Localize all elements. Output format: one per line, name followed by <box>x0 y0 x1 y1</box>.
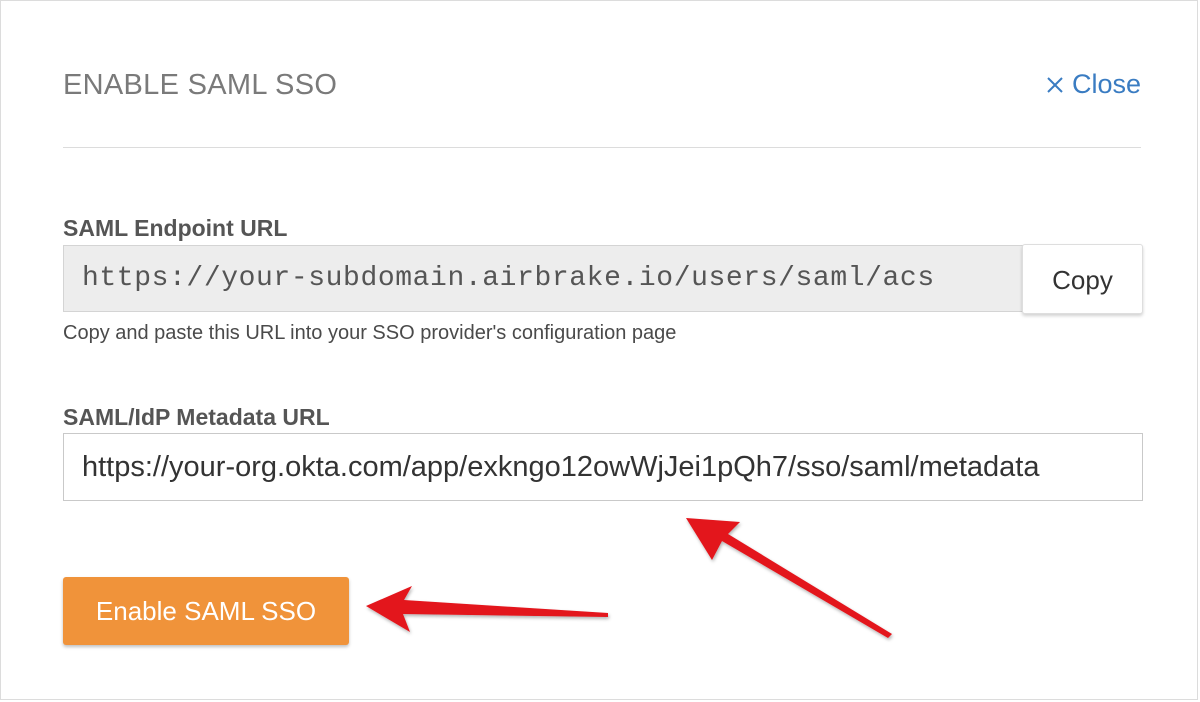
endpoint-url-label: SAML Endpoint URL <box>63 215 288 241</box>
endpoint-url-field[interactable]: https://your-subdomain.airbrake.io/users… <box>63 245 1023 312</box>
copy-button[interactable]: Copy <box>1022 244 1143 314</box>
endpoint-help-text: Copy and paste this URL into your SSO pr… <box>63 322 677 344</box>
modal-title: ENABLE SAML SSO <box>63 69 338 101</box>
modal-header: ENABLE SAML SSO Close <box>63 65 1141 109</box>
metadata-url-input[interactable] <box>63 433 1143 501</box>
enable-saml-sso-button[interactable]: Enable SAML SSO <box>63 577 349 645</box>
header-divider <box>63 147 1141 148</box>
close-icon <box>1047 76 1063 93</box>
close-label: Close <box>1071 69 1141 99</box>
metadata-url-label: SAML/IdP Metadata URL <box>63 404 330 430</box>
enable-saml-sso-modal: ENABLE SAML SSO Close SAML Endpoint URL … <box>0 0 1198 700</box>
close-button[interactable]: Close <box>1046 69 1141 100</box>
